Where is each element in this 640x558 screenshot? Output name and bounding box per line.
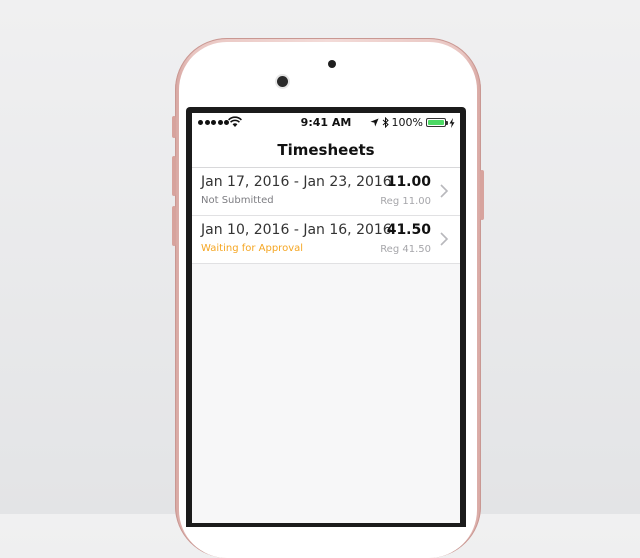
- page-title: Timesheets: [277, 141, 375, 159]
- location-icon: [369, 118, 379, 127]
- timesheet-regular-hours: Reg 11.00: [380, 196, 431, 207]
- app-screen: 9:41 AM 100% Timesheets Jan 17, 2016 - J…: [192, 113, 460, 523]
- timesheet-total-hours: 11.00: [386, 174, 431, 190]
- mute-switch: [172, 116, 176, 138]
- speaker-icon: [328, 60, 336, 68]
- navigation-bar: Timesheets: [192, 133, 460, 168]
- timesheet-status: Waiting for Approval: [201, 243, 304, 254]
- timesheet-total-hours: 41.50: [386, 222, 431, 238]
- volume-down-button: [172, 206, 176, 246]
- timesheet-row[interactable]: Jan 17, 2016 - Jan 23, 2016 Not Submitte…: [192, 168, 460, 216]
- timesheet-list: Jan 17, 2016 - Jan 23, 2016 Not Submitte…: [192, 168, 460, 264]
- chevron-right-icon: [440, 232, 449, 246]
- battery-percent: 100%: [391, 116, 423, 129]
- status-right-group: 100%: [369, 116, 455, 129]
- bluetooth-icon: [382, 117, 389, 128]
- chevron-right-icon: [440, 184, 449, 198]
- charging-icon: [449, 117, 455, 128]
- timesheet-date-range: Jan 10, 2016 - Jan 16, 2016: [201, 222, 392, 238]
- timesheet-regular-hours: Reg 41.50: [380, 244, 431, 255]
- battery-icon: [426, 118, 448, 127]
- power-button: [480, 170, 484, 220]
- timesheet-date-range: Jan 17, 2016 - Jan 23, 2016: [201, 174, 392, 190]
- status-bar: 9:41 AM 100%: [192, 113, 460, 133]
- front-camera-icon: [277, 76, 288, 87]
- timesheet-row[interactable]: Jan 10, 2016 - Jan 16, 2016 Waiting for …: [192, 216, 460, 264]
- volume-up-button: [172, 156, 176, 196]
- timesheet-status: Not Submitted: [201, 195, 274, 206]
